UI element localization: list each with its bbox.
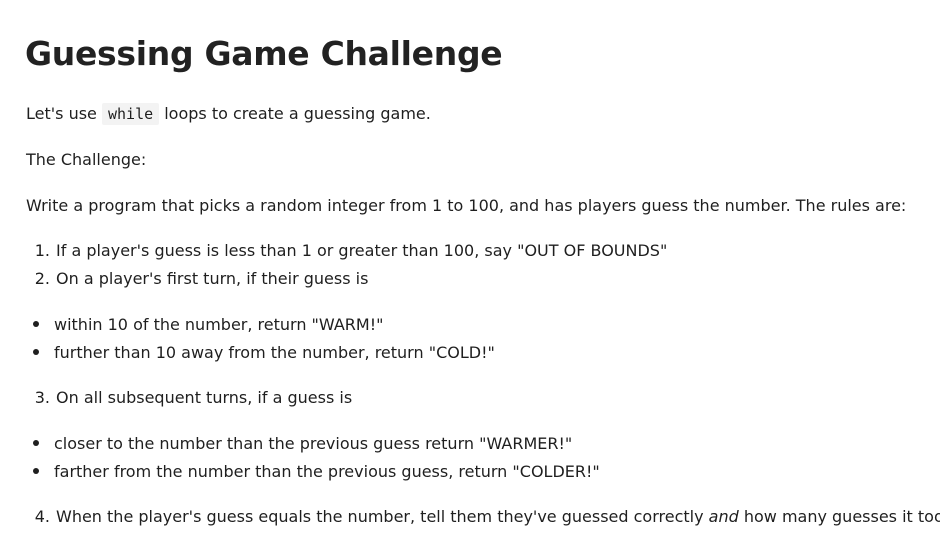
bullet-icon [33,320,39,327]
intro-paragraph: Let's use while loops to create a guessi… [26,103,431,125]
list-item: farther from the number than the previou… [0,462,600,481]
rule-text: On all subsequent turns, if a guess is [56,388,353,407]
list-item: within 10 of the number, return "WARM!" [0,315,383,334]
list-item: further than 10 away from the number, re… [0,343,495,362]
intro-text-after: loops to create a guessing game. [159,104,431,123]
rule-item-3: 3. On all subsequent turns, if a guess is [30,388,352,407]
inline-code-while: while [101,103,160,125]
rule-text: If a player's guess is less than 1 or gr… [56,241,668,260]
rule-marker: 2. [34,269,50,288]
rule-text: On a player's first turn, if their guess… [56,269,369,288]
rule-marker: 3. [34,388,50,407]
rule-item-1: 1. If a player's guess is less than 1 or … [30,241,668,260]
bullet-text: farther from the number than the previou… [54,462,600,481]
bullet-icon [33,348,39,355]
bullet-text: further than 10 away from the number, re… [54,343,495,362]
notebook-markdown-cell: Guessing Game Challenge Let's use while … [0,0,940,555]
rule-marker: 1. [34,241,50,260]
bullet-icon [33,467,39,474]
intro-text-before: Let's use [26,104,102,123]
rule-text-emphasis: and [708,507,739,526]
rule-text-after: how many guesses it took! [738,507,940,526]
page-title: Guessing Game Challenge [25,34,503,73]
challenge-label: The Challenge: [26,150,147,169]
rule-item-2: 2. On a player's first turn, if their gue… [30,269,369,288]
rule-text-before: When the player's guess equals the numbe… [56,507,709,526]
rule-item-4: 4. When the player's guess equals the num… [30,507,940,526]
list-item: closer to the number than the previous g… [0,434,572,453]
description-paragraph: Write a program that picks a random inte… [26,196,907,215]
rule-marker: 4. [34,507,50,526]
bullet-text: closer to the number than the previous g… [54,434,573,453]
bullet-text: within 10 of the number, return "WARM!" [54,315,384,334]
bullet-icon [33,439,39,446]
